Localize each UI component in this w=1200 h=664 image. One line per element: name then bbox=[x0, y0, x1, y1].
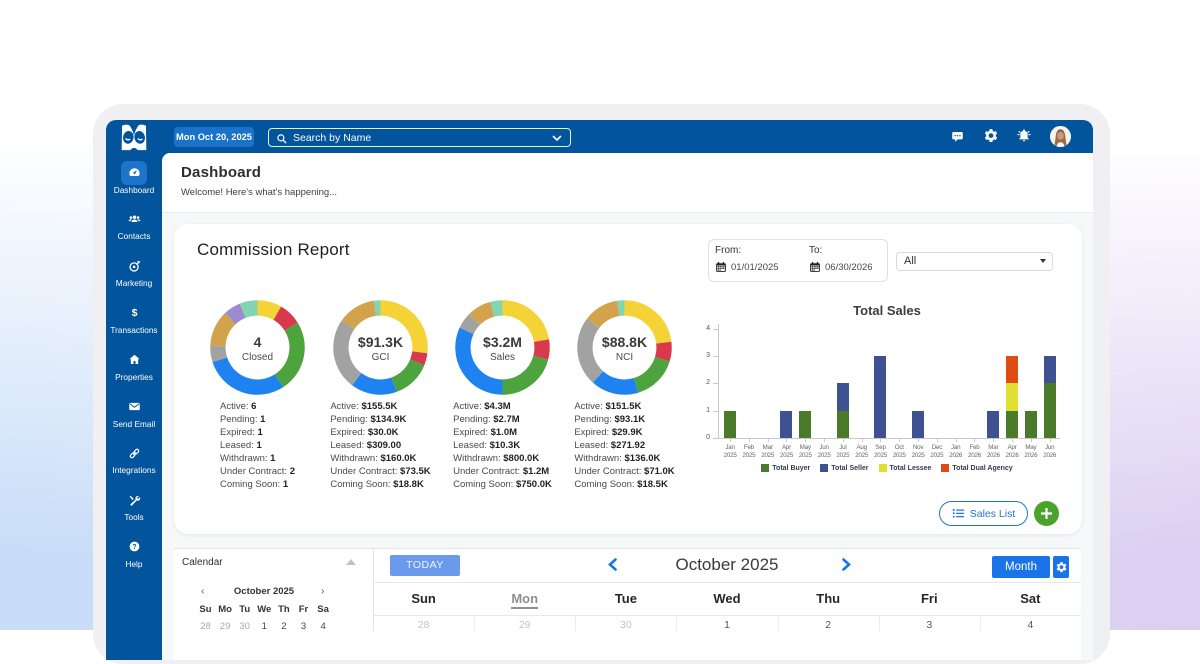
svg-text:$: $ bbox=[131, 308, 137, 320]
svg-text:?: ? bbox=[132, 544, 136, 551]
